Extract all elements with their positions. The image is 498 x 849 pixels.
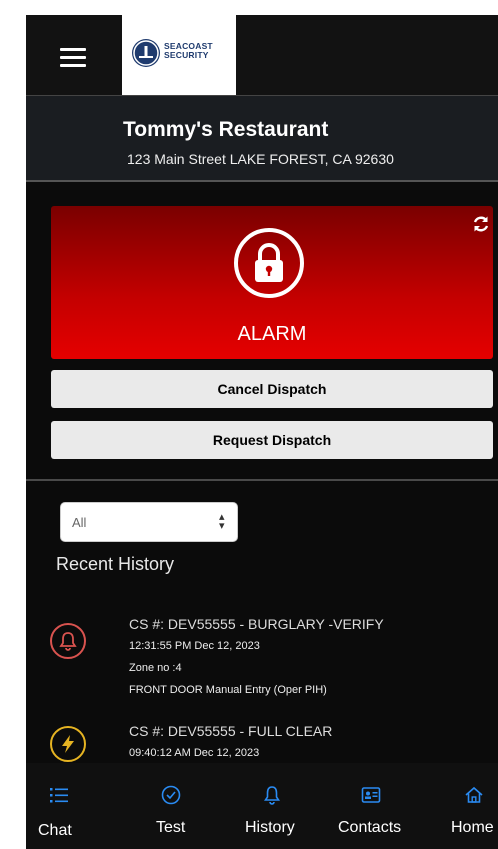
history-item[interactable]: CS #: DEV55555 - BURGLARY -VERIFY 12:31:… [26,609,498,705]
bottom-navigation: Chat Test History Contacts Home [26,763,498,849]
lighthouse-icon [132,39,160,67]
brand-line2: SECURITY [164,50,209,60]
brand-name: SEACOAST SECURITY [164,42,213,60]
history-item-time: 12:31:55 PM Dec 12, 2023 [129,640,260,652]
site-address: 123 Main Street LAKE FOREST, CA 92630 [127,151,394,167]
home-icon [464,785,484,805]
nav-test-label: Test [156,819,186,836]
section-divider [26,479,498,481]
nav-history-label: History [245,819,295,836]
recent-history-title: Recent History [56,554,175,574]
nav-home-label: Home [451,819,494,836]
nav-history[interactable]: History [236,763,316,849]
site-header: Tommy's Restaurant 123 Main Street LAKE … [26,95,498,182]
app-screen: SEACOAST SECURITY Tommy's Restaurant 123… [26,15,498,849]
history-item-zone: Zone no :4 [129,662,182,674]
brand-logo: SEACOAST SECURITY [122,15,236,95]
nav-chat[interactable]: Chat [26,763,86,849]
history-filter-select[interactable]: All ▴ ▾ [60,502,238,542]
lock-icon [234,228,304,298]
nav-home[interactable]: Home [446,763,498,849]
menu-icon[interactable] [60,48,86,68]
nav-contacts[interactable]: Contacts [331,763,421,849]
nav-contacts-label: Contacts [338,819,402,836]
history-item-time: 09:40:12 AM Dec 12, 2023 [129,747,260,759]
bell-icon [50,623,86,659]
history-item-title: CS #: DEV55555 - BURGLARY -VERIFY [129,616,384,632]
history-item-detail: FRONT DOOR Manual Entry (Oper PIH) [129,684,327,696]
contact-card-icon [361,785,381,805]
list-icon [49,785,69,805]
request-dispatch-button[interactable]: Request Dispatch [51,421,493,459]
lightning-icon [50,726,86,762]
history-item[interactable]: CS #: DEV55555 - FULL CLEAR 09:40:12 AM … [26,712,498,762]
nav-test[interactable]: Test [136,763,206,849]
bell-outline-icon [262,785,282,805]
cancel-dispatch-button[interactable]: Cancel Dispatch [51,370,493,408]
refresh-icon[interactable] [471,214,491,234]
nav-chat-label: Chat [38,822,72,839]
filter-selected-value: All [72,515,87,530]
check-circle-icon [161,785,181,805]
alarm-status-panel: ALARM [51,206,493,359]
site-name: Tommy's Restaurant [123,118,329,141]
top-bar: SEACOAST SECURITY [26,15,498,95]
alarm-status-text: ALARM [237,323,307,345]
select-arrows-icon: ▴ ▾ [219,511,225,532]
history-item-title: CS #: DEV55555 - FULL CLEAR [129,723,333,739]
